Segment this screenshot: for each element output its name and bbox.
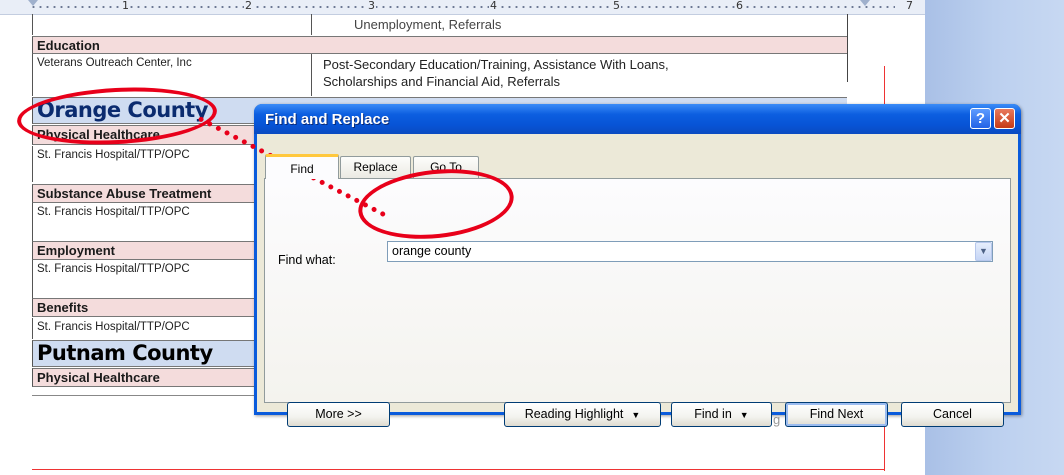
provider-name: St. Francis Hospital/TTP/OPC — [37, 321, 190, 333]
ruler-number: 6 — [735, 0, 744, 12]
category-label: Education — [37, 38, 100, 53]
find-replace-dialog: Find and Replace ? ✕ Find what: orange c… — [254, 104, 1021, 427]
help-button[interactable]: ? — [970, 108, 991, 129]
page-margin-line — [32, 469, 885, 470]
reading-highlight-label: Reading Highlight — [524, 407, 624, 421]
table-row: Unemployment, Referrals — [32, 14, 847, 35]
tab-replace[interactable]: Replace — [340, 156, 411, 178]
table-border — [847, 14, 848, 82]
ruler-number: 1 — [121, 0, 130, 12]
ruler-number: 4 — [489, 0, 498, 12]
close-button[interactable]: ✕ — [994, 108, 1015, 129]
more-button[interactable]: More >> — [287, 402, 390, 427]
table-row: St. Francis Hospital/TTP/OPC — [32, 146, 254, 182]
reading-highlight-button[interactable]: Reading Highlight ▼ — [504, 402, 661, 427]
ruler-number: 2 — [244, 0, 253, 12]
tab-find[interactable]: Find — [265, 154, 339, 179]
services-line: Scholarships and Financial Aid, Referral… — [323, 74, 561, 89]
table-row: St. Francis Hospital/TTP/OPC — [32, 203, 254, 241]
find-next-button[interactable]: Find Next — [785, 402, 888, 427]
ruler-ticks — [30, 6, 895, 8]
cell-divider — [311, 54, 312, 96]
ruler-number: 3 — [367, 0, 376, 12]
provider-name: St. Francis Hospital/TTP/OPC — [37, 149, 190, 161]
provider-name: St. Francis Hospital/TTP/OPC — [37, 263, 190, 275]
county-row: Putnam County — [32, 340, 254, 367]
dialog-title-bar[interactable]: Find and Replace ? ✕ — [254, 104, 1021, 134]
footer-rule — [32, 395, 254, 396]
category-label: Physical Healthcare — [37, 370, 160, 385]
category-row: Benefits — [32, 298, 254, 317]
horizontal-ruler: 1 2 3 4 5 6 7 — [0, 0, 925, 15]
chevron-down-icon: ▼ — [739, 410, 749, 420]
cancel-button[interactable]: Cancel — [901, 402, 1004, 427]
table-row: St. Francis Hospital/TTP/OPC — [32, 260, 254, 298]
find-in-button[interactable]: Find in ▼ — [671, 402, 772, 427]
provider-name: St. Francis Hospital/TTP/OPC — [37, 206, 190, 218]
table-row: St. Francis Hospital/TTP/OPC — [32, 318, 254, 339]
find-history-dropdown[interactable]: ▼ — [975, 242, 992, 261]
find-in-label: Find in — [694, 407, 732, 421]
dialog-body: Find what: orange county ▼ More >> Readi… — [257, 134, 1018, 427]
find-what-label: Find what: — [278, 253, 336, 267]
provider-name: Veterans Outreach Center, Inc — [37, 57, 192, 69]
chevron-down-icon: ▼ — [979, 246, 988, 256]
cell-text: Unemployment, Referrals — [354, 17, 502, 32]
category-label: Employment — [37, 243, 116, 258]
category-label: Benefits — [37, 300, 89, 315]
ruler-number: 5 — [612, 0, 621, 12]
county-heading: Putnam County — [37, 341, 213, 365]
category-row: Physical Healthcare — [32, 368, 254, 387]
services-line: Post-Secondary Education/Training, Assis… — [323, 57, 669, 72]
category-label: Substance Abuse Treatment — [37, 186, 212, 201]
dialog-title: Find and Replace — [265, 111, 390, 128]
category-row: Education — [32, 36, 847, 54]
chevron-down-icon: ▼ — [631, 410, 641, 420]
category-row: Employment — [32, 241, 254, 260]
ruler-number: 7 — [905, 0, 914, 12]
find-what-input[interactable]: orange county — [387, 241, 993, 262]
category-row: Substance Abuse Treatment — [32, 184, 254, 203]
cell-divider — [311, 14, 312, 35]
